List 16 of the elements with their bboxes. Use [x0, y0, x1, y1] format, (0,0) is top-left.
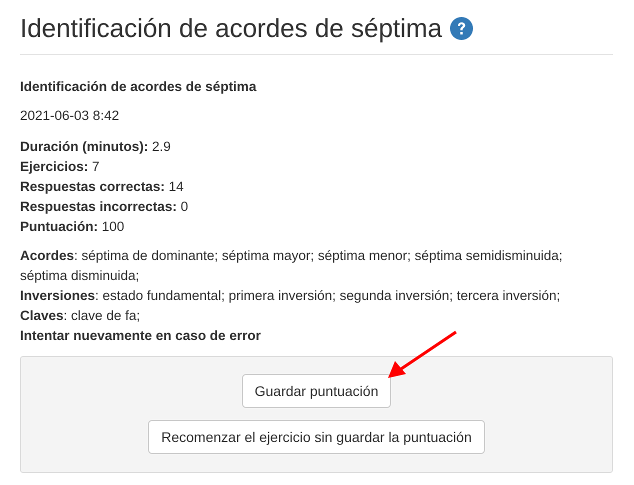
- stat-line: Ejercicios: 7: [20, 158, 101, 176]
- stat-line: Puntuación: 100: [20, 218, 126, 236]
- stat-line: Duración (minutos): 2.9: [20, 138, 172, 156]
- save-score-button[interactable]: Guardar puntuación: [242, 374, 392, 408]
- page-title: Identificación de acordes de séptima: [20, 12, 442, 44]
- setting-line: Inversiones: estado fundamental; primera inversión; segunda inversión; tercera inversión;: [20, 287, 562, 305]
- help-icon[interactable]: [450, 16, 474, 40]
- setting-line: Intentar nuevamente en caso de error: [20, 327, 262, 345]
- result-date: 2021-06-03 8:42: [20, 107, 120, 125]
- stat-line: Respuestas correctas: 14: [20, 178, 185, 196]
- setting-line: Acordes: séptima de dominante; séptima mayor; séptima menor; séptima semidisminuida; séptima disminuida;: [20, 247, 564, 285]
- restart-button[interactable]: Recomenzar el ejercicio sin guardar la puntuación: [148, 420, 485, 454]
- stat-line: Respuestas incorrectas: 0: [20, 198, 190, 216]
- annotation-arrow: [386, 330, 458, 380]
- setting-line: Claves: clave de fa;: [20, 307, 142, 325]
- result-title: Identificación de acordes de séptima: [20, 78, 258, 96]
